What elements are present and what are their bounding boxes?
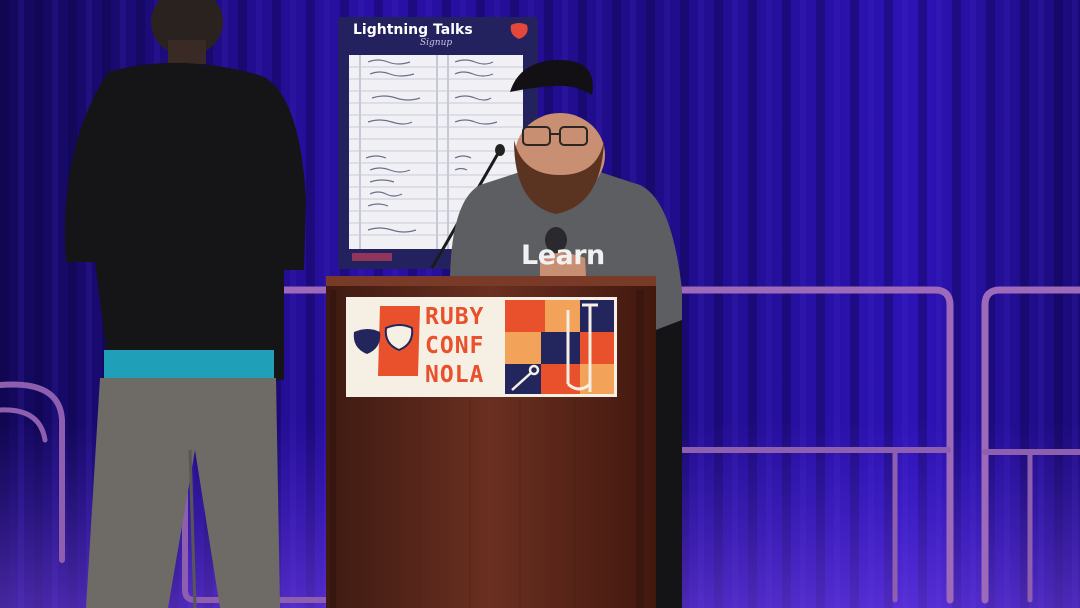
signup-board-subtitle: Signup [420, 38, 453, 48]
conference-logo-line-3: NOLA [425, 362, 485, 388]
shirt-print: Learn [521, 240, 605, 271]
signup-board-title: Lightning Talks [353, 22, 473, 38]
stage-scene [0, 0, 1080, 608]
conference-logo-line-2: CONF [425, 333, 485, 359]
conference-logo-line-1: RUBY [425, 304, 485, 330]
